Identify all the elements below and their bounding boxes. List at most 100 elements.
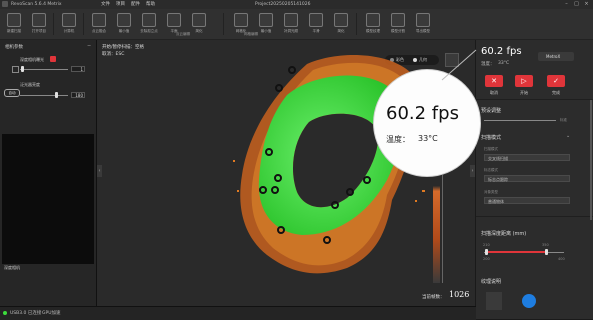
scan-mode-select[interactable]: 交叉线扫描 [484,154,570,161]
open-project-button[interactable]: 打开项目 [28,11,50,37]
object-type-select[interactable]: 普通物体 [484,197,570,204]
fill-holes-button[interactable]: 补洞光顺 [280,11,302,37]
texture-icon [366,13,380,27]
marker-mode-select[interactable]: 标志点跟踪 [484,175,570,182]
app-logo-icon [2,1,8,7]
min-icon [259,13,273,27]
fps-readout: 60.2 fps [481,46,522,57]
collapse-icon[interactable]: − [87,43,91,49]
texture-title: 纹理说明 [481,279,502,285]
export-model-button[interactable]: 导出模型 [412,11,434,37]
preset-value: 标准 [560,118,567,122]
app-title: RevoScan 5.6.4 Metrix [11,2,62,7]
start-label: 开始 [520,90,528,95]
mesh-edit-group-label: 网格编辑 [244,32,258,36]
plane-icon [167,13,181,27]
magnifier-fps: 60.2 fps [386,103,459,124]
point-fusion-button[interactable]: 点云融合 [88,11,110,37]
fill-holes-icon [284,13,298,27]
menu-help[interactable]: 帮助 [146,0,155,9]
collapse-left-icon[interactable]: ‹ [97,165,102,177]
new-scan-icon [7,13,21,27]
scrollbar[interactable] [590,100,592,220]
preset-track[interactable] [484,120,556,121]
flood-gain-slider[interactable] [55,92,58,98]
distance-max: 350 [542,243,549,247]
depth-camera-preview [2,134,94,264]
scan-hint-2: 取消：ESC [102,52,125,57]
chevron-down-icon[interactable]: ⌄ [566,133,570,139]
right-panel: 60.2 fps 温度： 33°C MetroX ✕ 取消 ▷ 开始 ✓ 完成 … [476,40,593,319]
texture-object-thumb[interactable] [486,292,502,310]
magnifier-temp-value: 33°C [418,134,438,143]
fusion-icon [92,13,106,27]
mesh-icon [234,13,248,27]
model-texture-button[interactable]: 模型纹理 [362,11,384,37]
smooth-button[interactable]: 平滑 [305,11,327,37]
mesh-simplify-button[interactable]: 简化 [330,11,352,37]
depth-exposure-slider[interactable] [21,66,24,72]
usb-status-text: USB3.0 已连接 [10,311,42,316]
depth-exposure-value[interactable]: 1 [71,66,85,72]
left-panel: 相机参数 − 深度相机曝光 1 泛光器亮度 自动 180 深度相机 [0,40,97,306]
distance-max-handle[interactable] [545,249,548,255]
start-button[interactable]: ▷ [515,75,533,87]
remove-isolated-button[interactable]: 去除孤立点 [138,11,160,37]
scan-mode-title: 扫描模式 [481,135,502,141]
maximize-icon[interactable]: □ [573,1,580,8]
toolbar: 新建扫描 打开项目 计算机 点云融合 最小值 去除孤立点 平面 简化 网格化 最… [0,9,593,40]
device-name[interactable]: MetroX [546,54,560,59]
fps-magnifier: 60.2 fps 温度： 33°C [374,70,480,176]
depth-camera-label: 深度相机 [4,265,20,270]
point-edit-group-label: 点云编辑 [176,32,190,36]
open-folder-icon [32,13,46,27]
isolated-icon [142,13,156,27]
auto-toggle-icon[interactable] [50,56,56,62]
flood-gain-label: 泛光器亮度 [20,82,40,87]
min-icon [117,13,131,27]
distance-range-max: 400 [558,257,565,261]
menu-file[interactable]: 文件 [101,0,110,9]
mesh-min-button[interactable]: 最小值 [255,11,277,37]
auto-toggle-icon-2[interactable]: 自动 [4,89,20,97]
cancel-button[interactable]: ✕ [485,75,503,87]
flood-gain-track[interactable] [20,95,68,96]
marker-mode-sub: 标志模式 [484,168,498,172]
smooth-icon [309,13,323,27]
object-type-sub: 对象类型 [484,190,498,194]
finish-button[interactable]: ✓ [547,75,565,87]
model-split-button[interactable]: 模型分割 [387,11,409,37]
new-scan-button[interactable]: 新建扫描 [3,11,25,37]
temp-value: 33°C [498,61,510,66]
texture-sphere-thumb[interactable] [522,294,536,308]
menu-accessory[interactable]: 配件 [131,0,140,9]
point-min-button[interactable]: 最小值 [113,11,135,37]
preset-title: 预设调整 [481,108,502,114]
project-name: Project20250205141026 [255,2,311,7]
flood-gain-value[interactable]: 180 [71,92,85,98]
magnifier-temp-label: 温度： [386,135,410,144]
menu-project[interactable]: 项目 [116,0,125,9]
minimize-icon[interactable]: – [563,1,570,8]
simplify-icon [334,13,348,27]
scan-hint-1: 开始/暂停扫描：空格 [102,45,145,50]
depth-exposure-checkbox[interactable] [12,66,19,73]
gpu-status-text: GPU加速 [42,311,61,316]
calculate-button[interactable]: 计算机 [58,11,80,37]
export-icon [416,13,430,27]
usb-status-icon [3,311,7,315]
depth-exposure-track[interactable] [20,69,68,70]
status-bar: USB3.0 已连接 GPU加速 [0,306,476,320]
distance-min: 210 [483,243,490,247]
divider [476,216,593,217]
scan-mode-sub: 扫描模式 [484,147,498,151]
point-simplify-button[interactable]: 简化 [188,11,210,37]
distance-range-min: 200 [483,257,490,261]
frame-count-label: 当前帧数： [422,295,445,300]
distance-min-handle[interactable] [485,249,488,255]
calculate-icon [62,13,76,27]
close-icon[interactable]: × [583,1,590,8]
depth-exposure-label: 深度相机曝光 [20,57,44,62]
frame-count-value: 1026 [449,290,470,299]
collapse-right-icon[interactable]: › [470,165,475,177]
